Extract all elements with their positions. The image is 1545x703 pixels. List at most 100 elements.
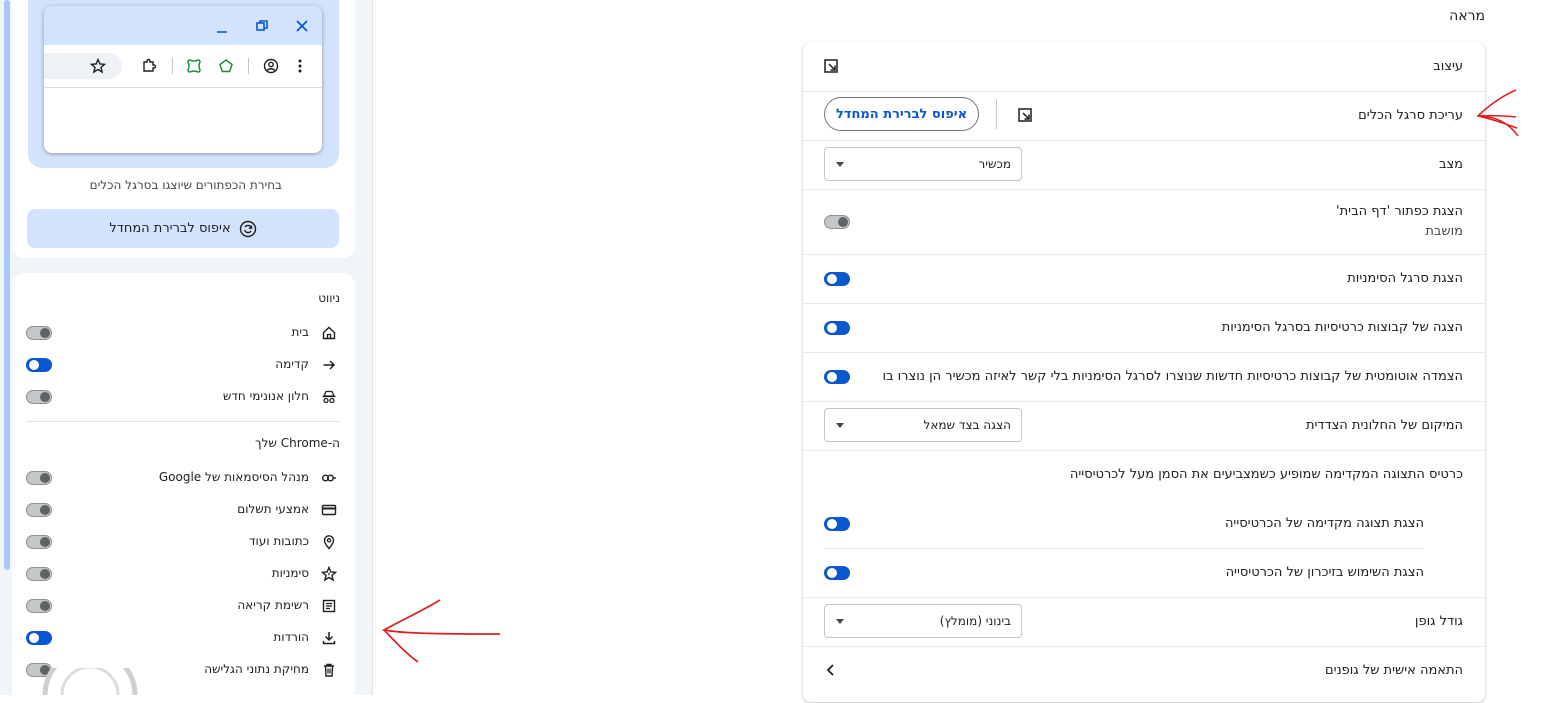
location-pin-icon <box>319 532 339 552</box>
your-chrome-section-title: ה-Chrome שלך <box>255 436 340 450</box>
scrollbar[interactable] <box>4 0 10 570</box>
toolbar-item-clear-browsing-data[interactable]: מחיקת נתוני הגלישה <box>26 658 339 682</box>
customize-fonts-row[interactable]: התאמה אישית של גופנים <box>803 646 1485 695</box>
toolbar-item-label: אמצעי תשלום <box>237 502 309 516</box>
tab-groups-bookmarks-row[interactable]: הצגה של קבוצות כרטיסיות בסרגל הסימניות <box>803 303 1485 353</box>
toolbar-item-label: בית <box>291 325 309 339</box>
browser-titlebar <box>44 6 322 45</box>
customize-caption: בחירת הכפתורים שיוצגו בסרגל הכלים <box>89 178 282 192</box>
toolbar-item-label: מחיקת נתוני הגלישה <box>204 662 309 676</box>
extension-pentagon-icon <box>216 56 236 76</box>
tab-memory-label: הצגת השימוש בזיכרון של הכרטיסייה <box>1225 565 1424 580</box>
side-panel-row: המיקום של החלונית הצדדית הצגה בצד שמאל <box>803 401 1485 451</box>
annotation-arrow-downloads <box>381 599 501 663</box>
toolbar-item-label: מנהל הסיסמאות של Google <box>158 470 309 484</box>
external-link-icon[interactable] <box>821 56 841 76</box>
reset-toolbar-button[interactable]: איפוס לברירת המחדל <box>27 209 339 248</box>
mode-value: מכשיר <box>978 157 1011 171</box>
downloads-toggle[interactable] <box>26 631 52 645</box>
toolbar-separator <box>172 58 173 74</box>
key-icon <box>319 468 339 488</box>
forward-arrow-icon <box>319 355 339 375</box>
reset-label: איפוס לברירת המחדל <box>109 221 231 236</box>
toolbar-item-forward[interactable]: קדימה <box>26 353 339 377</box>
toolbar-item-incognito[interactable]: חלון אנונימי חדש <box>26 385 339 409</box>
tab-preview-row[interactable]: הצגת תצוגה מקדימה של הכרטיסייה <box>824 499 1424 549</box>
payment-methods-toggle[interactable] <box>26 503 52 517</box>
font-size-select[interactable]: בינוני (מומלץ) <box>824 604 1022 638</box>
bookmarks-bar-row[interactable]: הצגת סרגל הסימניות <box>803 254 1485 304</box>
edit-toolbar-label: עריכת סרגל הכלים <box>1358 108 1463 123</box>
browser-preview-window <box>44 6 322 153</box>
toolbar-item-label: כתובות ועוד <box>248 534 309 548</box>
bookmarks-bar-toggle[interactable] <box>824 272 850 286</box>
toolbar-item-label: הורדות <box>273 630 309 644</box>
clear-browsing-data-toggle[interactable] <box>26 663 52 677</box>
minimize-icon <box>212 18 232 38</box>
side-panel-select[interactable]: הצגה בצד שמאל <box>824 408 1022 442</box>
hover-card-title: כרטיס התצוגה המקדימה שמופיע כשמצביעים את… <box>1069 467 1463 482</box>
font-size-value: בינוני (מומלץ) <box>939 614 1011 628</box>
reset-default-label: איפוס לברירת המחדל <box>835 106 968 122</box>
appearance-settings-card: עיצוב עריכת סרגל הכלים איפוס לברירת המחד… <box>803 42 1485 702</box>
restore-icon <box>252 16 272 36</box>
toolbar-item-label: קדימה <box>275 357 309 371</box>
appearance-title: מראה <box>1449 8 1485 24</box>
section-divider <box>26 421 339 422</box>
reading-list-toggle[interactable] <box>26 599 52 613</box>
auto-pin-groups-toggle[interactable] <box>824 370 850 384</box>
omnibox <box>44 53 122 79</box>
home-button-toggle[interactable] <box>824 215 850 229</box>
external-link-icon[interactable] <box>1015 105 1035 125</box>
vertical-separator <box>996 99 997 129</box>
toolbar-item-password-manager[interactable]: מנהל הסיסמאות של Google <box>26 466 339 490</box>
chevron-down-icon <box>836 423 844 428</box>
home-button-label: הצגת כפתור 'דף הבית' <box>1336 204 1463 219</box>
auto-pin-groups-row[interactable]: הצמדה אוטומטית של קבוצות כרטיסיות חדשות … <box>803 352 1485 402</box>
toolbar-item-reading-list[interactable]: רשימת קריאה <box>26 594 339 618</box>
toolbar-customize-panel: בחירת הכפתורים שיוצגו בסרגל הכלים איפוס … <box>0 0 373 703</box>
extensions-puzzle-icon <box>139 56 159 76</box>
home-button-row[interactable]: הצגת כפתור 'דף הבית' מושבת <box>803 189 1485 255</box>
navigation-section-title: ניווט <box>318 291 340 305</box>
bookmarks-toggle[interactable] <box>26 567 52 581</box>
auto-pin-groups-label: הצמדה אוטומטית של קבוצות כרטיסיות חדשות … <box>882 369 1463 384</box>
tab-preview-label: הצגת תצוגה מקדימה של הכרטיסייה <box>1224 516 1424 531</box>
tab-memory-toggle[interactable] <box>824 566 850 580</box>
tab-groups-bookmarks-label: הצגה של קבוצות כרטיסיות בסרגל הסימניות <box>1221 320 1463 335</box>
chevron-down-icon <box>836 162 844 167</box>
extension-clover-icon <box>184 56 204 76</box>
tab-preview-toggle[interactable] <box>824 517 850 531</box>
toolbar-item-payment-methods[interactable]: אמצעי תשלום <box>26 498 339 522</box>
tab-memory-row[interactable]: הצגת השימוש בזיכרון של הכרטיסייה <box>803 548 1485 598</box>
toolbar-item-home[interactable]: בית <box>26 321 339 345</box>
design-row[interactable]: עיצוב <box>803 42 1485 92</box>
star-bookmark-icon <box>319 564 339 584</box>
toolbar-separator <box>248 58 249 74</box>
close-icon <box>292 16 312 36</box>
toolbar-item-addresses[interactable]: כתובות ועוד <box>26 530 339 554</box>
mode-row: מצב מכשיר <box>803 140 1485 190</box>
forward-toggle[interactable] <box>26 358 52 372</box>
mode-select[interactable]: מכשיר <box>824 147 1022 181</box>
toolbar-item-label: חלון אנונימי חדש <box>222 389 309 403</box>
font-size-label: גודל גופן <box>1414 614 1463 629</box>
reset-icon <box>239 220 257 238</box>
side-panel-label: המיקום של החלונית הצדדית <box>1305 418 1463 433</box>
incognito-toggle[interactable] <box>26 390 52 404</box>
addresses-toggle[interactable] <box>26 535 52 549</box>
toolbar-item-bookmarks[interactable]: סימניות <box>26 562 339 586</box>
customize-fonts-label: התאמה אישית של גופנים <box>1324 663 1463 678</box>
toolbar-item-label: רשימת קריאה <box>237 598 309 612</box>
design-label: עיצוב <box>1433 59 1463 74</box>
star-icon <box>88 56 108 76</box>
tab-groups-bookmarks-toggle[interactable] <box>824 321 850 335</box>
edit-toolbar-row[interactable]: עריכת סרגל הכלים איפוס לברירת המחדל <box>803 91 1485 141</box>
toolbar-item-downloads[interactable]: הורדות <box>26 626 339 650</box>
reset-default-button[interactable]: איפוס לברירת המחדל <box>824 97 979 131</box>
home-toggle[interactable] <box>26 326 52 340</box>
home-icon <box>319 323 339 343</box>
password-manager-toggle[interactable] <box>26 471 52 485</box>
chevron-left-icon[interactable] <box>821 660 841 680</box>
credit-card-icon <box>319 500 339 520</box>
